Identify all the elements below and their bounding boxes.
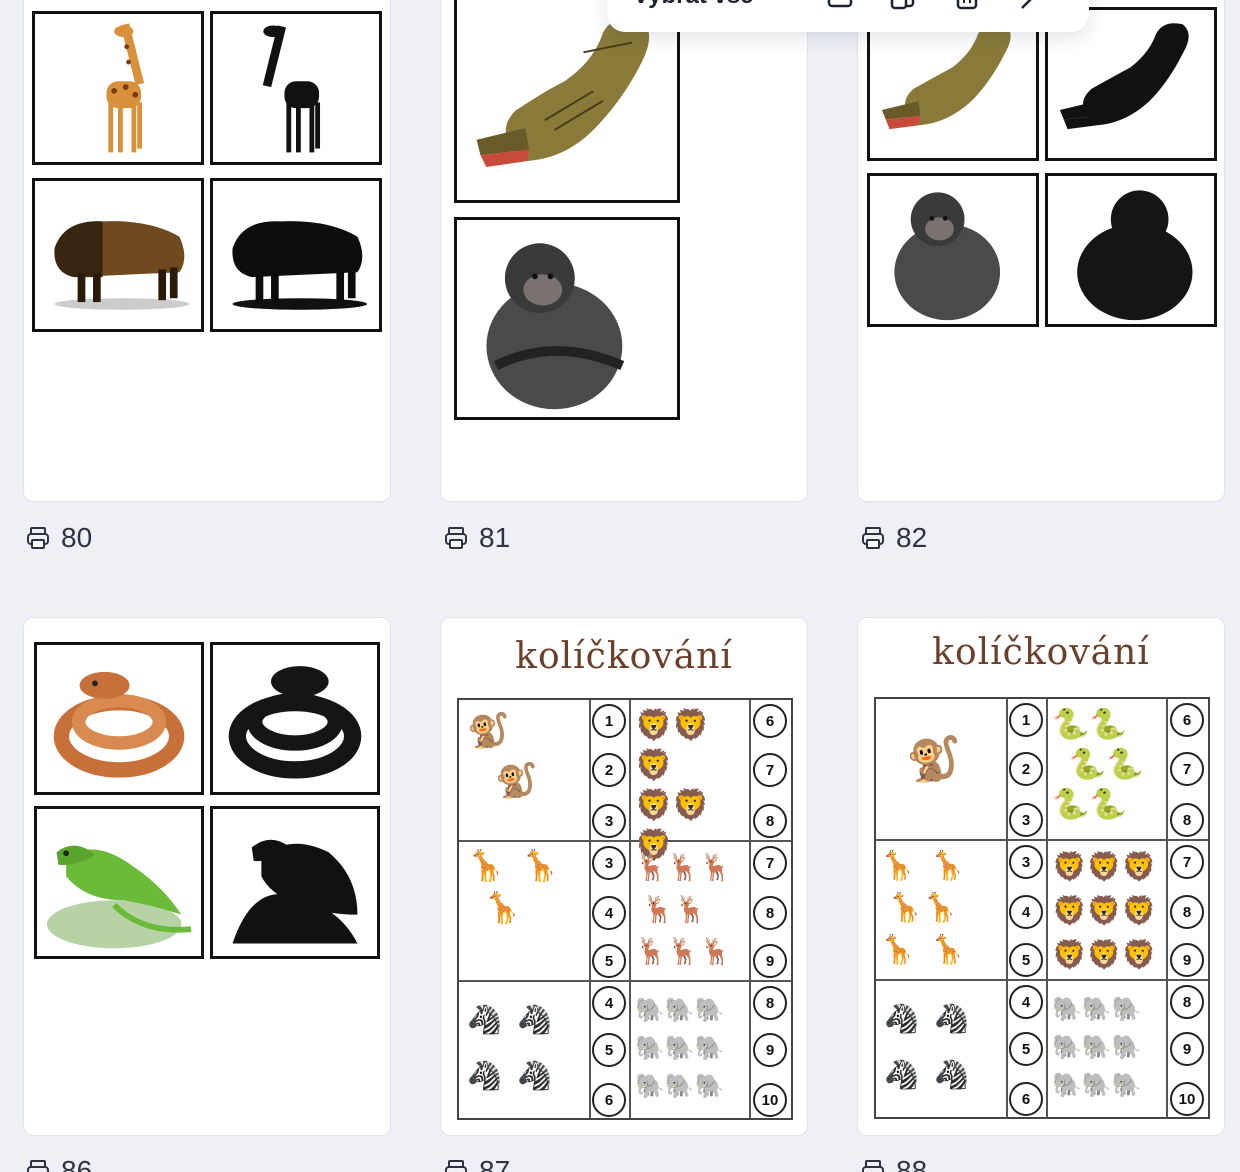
count-option[interactable]: 8: [753, 804, 787, 838]
count-option[interactable]: 8: [753, 986, 787, 1020]
count-option[interactable]: 8: [1170, 803, 1204, 837]
count-option[interactable]: 8: [753, 896, 787, 930]
count-option[interactable]: 8: [1170, 985, 1204, 1019]
selection-toolbar: Vybrat vše: [607, 0, 1089, 32]
card-number: 82: [896, 522, 928, 553]
bison-silhouette-image: [210, 178, 382, 332]
card-88[interactable]: kolíčkování 🐒 🐍🐍 🐍🐍 🐍🐍 🦒 🦒 🦒🦒 🦒 🦒 🦁🦁🦁 🦁🦁🦁 🦁🦁…: [857, 617, 1225, 1136]
chimpanzee-image: [454, 217, 680, 420]
count-option[interactable]: 5: [592, 944, 626, 978]
giraffe-silhouette-image: [210, 11, 382, 165]
count-option[interactable]: 9: [753, 1033, 787, 1067]
monkey-group: 🐒 🐒: [467, 712, 538, 800]
select-box-button[interactable]: [808, 0, 872, 10]
snake-image: [34, 642, 204, 795]
card-88-caption: 88: [860, 1155, 927, 1172]
card-80[interactable]: [23, 0, 391, 502]
zebra-group: 🦓 🦓 🦓 🦓: [884, 1003, 970, 1090]
lion-group: 🦁🦁🦁 🦁🦁🦁 🦁🦁🦁: [1052, 851, 1157, 970]
printer-icon: [27, 1160, 49, 1172]
count-option[interactable]: 7: [753, 846, 787, 880]
card-86-caption: 86: [25, 1155, 92, 1172]
printer-icon: [445, 1160, 467, 1172]
chimpanzee-silhouette-image: [1045, 173, 1217, 327]
worksheet-title: kolíčkování: [932, 632, 1150, 673]
count-option[interactable]: 5: [592, 1033, 626, 1067]
count-option[interactable]: 1: [592, 704, 626, 738]
printer-icon: [27, 527, 49, 549]
elephant-group: 🐘🐘🐘 🐘🐘🐘 🐘🐘🐘: [635, 997, 725, 1100]
count-option[interactable]: 10: [1170, 1082, 1204, 1116]
giraffe-image: [32, 11, 204, 165]
count-option[interactable]: 2: [592, 753, 626, 787]
count-option[interactable]: 7: [1170, 752, 1204, 786]
count-option[interactable]: 9: [753, 944, 787, 978]
count-option[interactable]: 8: [1170, 895, 1204, 929]
counting-grid: 🐒 🐍🐍 🐍🐍 🐍🐍 🦒 🦒 🦒🦒 🦒 🦒 🦁🦁🦁 🦁🦁🦁 🦁🦁🦁 🦓 🦓 🦓 🦓 🐘🐘🐘…: [874, 697, 1210, 1119]
count-option[interactable]: 6: [1009, 1082, 1043, 1116]
count-option[interactable]: 7: [1170, 845, 1204, 879]
printer-icon: [862, 527, 884, 549]
delete-button[interactable]: [935, 0, 999, 10]
count-option[interactable]: 7: [753, 753, 787, 787]
count-option[interactable]: 4: [592, 896, 626, 930]
card-number: 81: [479, 522, 511, 553]
card-81[interactable]: [440, 0, 808, 502]
counting-grid: 🐒 🐒 🦁🦁🦁 🦁🦁🦁 🦒 🦒 🦒 🦌🦌🦌 🦌🦌 🦌🦌🦌 🦓 🦓 🦓 🦓 🐘🐘🐘 🐘🐘🐘…: [457, 698, 793, 1120]
count-option[interactable]: 4: [1009, 985, 1043, 1019]
hide-icon: [1021, 0, 1032, 9]
count-option[interactable]: 9: [1170, 1032, 1204, 1066]
card-number: 80: [61, 522, 93, 553]
count-option[interactable]: 10: [753, 1083, 787, 1117]
count-option[interactable]: 3: [1009, 845, 1043, 879]
card-87[interactable]: kolíčkování 🐒 🐒 🦁🦁🦁 🦁🦁🦁 🦒 🦒 🦒 🦌🦌🦌 🦌🦌 🦌🦌🦌 🦓…: [440, 617, 808, 1136]
copy-icon: [891, 0, 915, 10]
card-82[interactable]: [857, 0, 1225, 502]
worksheet-title: kolíčkování: [515, 636, 733, 677]
snake-silhouette-image: [210, 642, 380, 795]
giraffe-group: 🦒 🦒 🦒: [467, 850, 559, 925]
card-81-caption: 81: [443, 522, 510, 554]
card-number: 88: [896, 1155, 928, 1172]
elephant-group: 🐘🐘🐘 🐘🐘🐘 🐘🐘🐘: [1052, 996, 1142, 1099]
count-option[interactable]: 6: [592, 1083, 626, 1117]
count-option[interactable]: 2: [1009, 752, 1043, 786]
snake-group: 🐍🐍 🐍🐍 🐍🐍: [1052, 708, 1144, 821]
count-option[interactable]: 4: [1009, 895, 1043, 929]
count-option[interactable]: 9: [1170, 943, 1204, 977]
copy-button[interactable]: [871, 0, 935, 10]
card-82-caption: 82: [860, 522, 927, 554]
count-option[interactable]: 3: [1009, 803, 1043, 837]
monkey-group: 🐒: [906, 735, 961, 784]
count-option[interactable]: 6: [1170, 703, 1204, 737]
card-80-caption: 80: [25, 522, 92, 554]
count-option[interactable]: 1: [1009, 703, 1043, 737]
count-option[interactable]: 3: [592, 804, 626, 838]
lion-group: 🦁🦁🦁 🦁🦁🦁: [635, 709, 710, 862]
card-87-caption: 87: [443, 1155, 510, 1172]
count-option[interactable]: 6: [753, 704, 787, 738]
count-option[interactable]: 4: [592, 986, 626, 1020]
card-86[interactable]: [23, 617, 391, 1136]
iguana-image: [34, 806, 204, 959]
chimpanzee-image: [867, 173, 1039, 327]
select-box-icon: [827, 0, 852, 8]
count-option[interactable]: 3: [592, 846, 626, 880]
bison-image: [32, 178, 204, 332]
zebra-group: 🦓 🦓 🦓 🦓: [467, 1004, 553, 1091]
printer-icon: [862, 1160, 884, 1172]
count-option[interactable]: 5: [1009, 1032, 1043, 1066]
printer-icon: [445, 527, 467, 549]
card-number: 87: [479, 1155, 511, 1172]
giraffe-group: 🦒 🦒 🦒🦒 🦒 🦒: [880, 850, 966, 965]
select-all-button[interactable]: Vybrat vše: [633, 0, 808, 10]
card-number: 86: [61, 1155, 93, 1172]
count-option[interactable]: 5: [1009, 943, 1043, 977]
delete-icon: [956, 0, 978, 10]
deer-group: 🦌🦌🦌 🦌🦌 🦌🦌🦌: [635, 852, 733, 966]
hide-button[interactable]: [999, 0, 1063, 10]
iguana-silhouette-image: [210, 806, 380, 959]
